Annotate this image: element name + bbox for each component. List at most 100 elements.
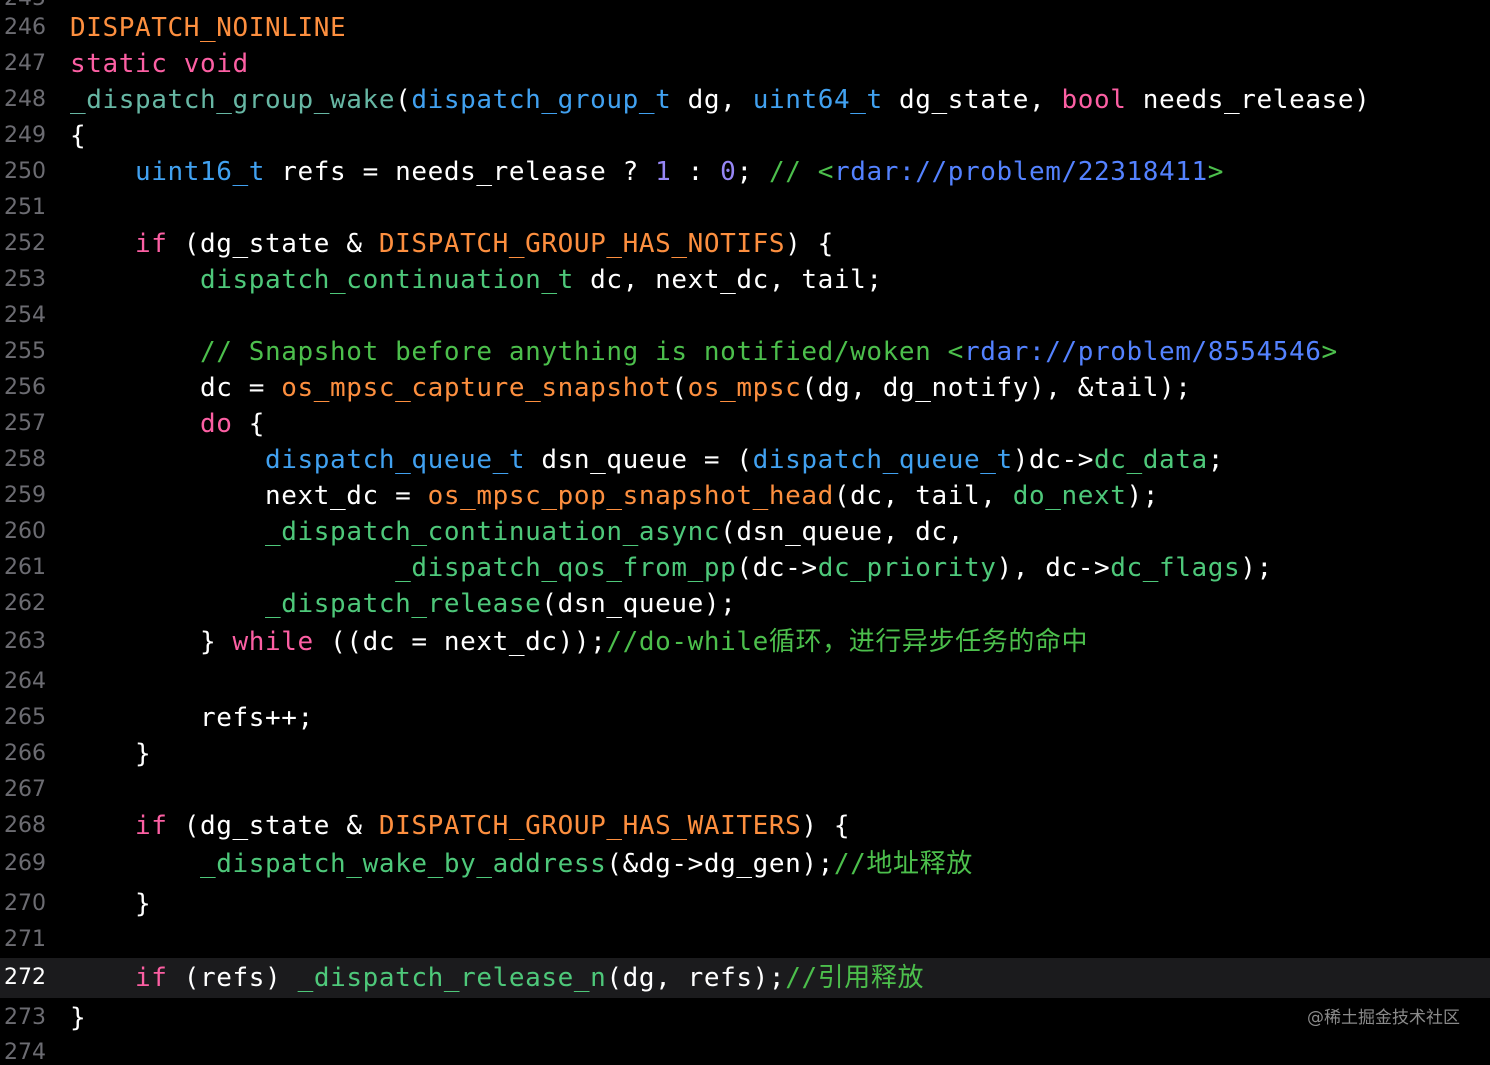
code-line[interactable]: 254 bbox=[0, 298, 1490, 334]
line-number[interactable]: 259 bbox=[0, 478, 54, 514]
code-line[interactable]: 263 } while ((dc = next_dc));//do-while循… bbox=[0, 624, 1490, 660]
code-line[interactable]: 251 bbox=[0, 190, 1490, 226]
code-text[interactable]: refs++; bbox=[70, 700, 314, 736]
code-line[interactable]: 246 DISPATCH_NOINLINE bbox=[0, 10, 1490, 46]
code-line[interactable]: 267 bbox=[0, 772, 1490, 808]
code-line[interactable]: 252 if (dg_state & DISPATCH_GROUP_HAS_NO… bbox=[0, 226, 1490, 262]
code-token-plain: (dg, refs); bbox=[606, 963, 786, 993]
code-token-number: 0 bbox=[720, 157, 737, 187]
code-line[interactable]: 247 static void bbox=[0, 46, 1490, 82]
code-token-plain: dg, bbox=[671, 85, 753, 115]
line-number[interactable]: 261 bbox=[0, 550, 54, 586]
code-text[interactable]: _dispatch_continuation_async(dsn_queue, … bbox=[70, 514, 964, 550]
line-number[interactable]: 247 bbox=[0, 46, 54, 82]
code-line[interactable]: 269 _dispatch_wake_by_address(&dg->dg_ge… bbox=[0, 846, 1490, 882]
code-token-keyword: if bbox=[135, 963, 168, 993]
code-token-comment: //引用释放 bbox=[785, 963, 925, 993]
code-text[interactable]: dispatch_continuation_t dc, next_dc, tai… bbox=[70, 262, 883, 298]
code-token-link: rdar://problem/8554546 bbox=[963, 337, 1322, 367]
line-number[interactable]: 264 bbox=[0, 664, 54, 700]
code-text[interactable]: do { bbox=[70, 406, 265, 442]
code-text[interactable]: } bbox=[70, 1000, 86, 1036]
code-text[interactable]: // Snapshot before anything is notified/… bbox=[70, 334, 1338, 370]
code-text[interactable]: _dispatch_group_wake(dispatch_group_t dg… bbox=[70, 82, 1370, 118]
code-editor[interactable]: 245 246DISPATCH_NOINLINE247static void24… bbox=[0, 0, 1490, 1065]
code-text[interactable]: next_dc = os_mpsc_pop_snapshot_head(dc, … bbox=[70, 478, 1159, 514]
line-number[interactable]: 262 bbox=[0, 586, 54, 622]
line-number[interactable]: 254 bbox=[0, 298, 54, 334]
code-text[interactable]: static void bbox=[70, 46, 249, 82]
line-number[interactable]: 252 bbox=[0, 226, 54, 262]
line-number[interactable]: 248 bbox=[0, 82, 54, 118]
code-text[interactable]: uint16_t refs = needs_release ? 1 : 0; /… bbox=[70, 154, 1224, 190]
code-line-current[interactable]: 272 if (refs) _dispatch_release_n(dg, re… bbox=[0, 958, 1490, 998]
line-number[interactable]: 266 bbox=[0, 736, 54, 772]
line-number[interactable]: 257 bbox=[0, 406, 54, 442]
code-text[interactable]: } while ((dc = next_dc));//do-while循环，进行… bbox=[70, 624, 1088, 660]
code-line[interactable]: 266 } bbox=[0, 736, 1490, 772]
code-text[interactable]: _dispatch_wake_by_address(&dg->dg_gen);/… bbox=[70, 846, 973, 882]
code-line[interactable]: 271 bbox=[0, 922, 1490, 958]
code-line[interactable]: 262 _dispatch_release(dsn_queue); bbox=[0, 586, 1490, 622]
line-number[interactable]: 246 bbox=[0, 10, 54, 46]
code-line[interactable]: 253 dispatch_continuation_t dc, next_dc,… bbox=[0, 262, 1490, 298]
code-line[interactable]: 273} bbox=[0, 1000, 1490, 1036]
code-line[interactable]: 268 if (dg_state & DISPATCH_GROUP_HAS_WA… bbox=[0, 808, 1490, 844]
code-token-plain: ; bbox=[1207, 445, 1225, 475]
code-token-call: _dispatch_release bbox=[265, 589, 542, 619]
line-number[interactable]: 272 bbox=[0, 958, 54, 998]
code-line[interactable]: 270 } bbox=[0, 886, 1490, 922]
line-number[interactable]: 260 bbox=[0, 514, 54, 550]
line-number[interactable]: 271 bbox=[0, 922, 54, 958]
code-text[interactable]: if (dg_state & DISPATCH_GROUP_HAS_WAITER… bbox=[70, 808, 850, 844]
code-text[interactable]: _dispatch_qos_from_pp(dc->dc_priority), … bbox=[70, 550, 1273, 586]
code-text[interactable]: if (dg_state & DISPATCH_GROUP_HAS_NOTIFS… bbox=[70, 226, 834, 262]
code-line[interactable]: 249 { bbox=[0, 118, 1490, 154]
code-line[interactable]: 250 uint16_t refs = needs_release ? 1 : … bbox=[0, 154, 1490, 190]
code-line[interactable]: 257 do { bbox=[0, 406, 1490, 442]
code-line[interactable]: 248 _dispatch_group_wake(dispatch_group_t… bbox=[0, 82, 1490, 118]
line-number[interactable]: 256 bbox=[0, 370, 54, 406]
code-line[interactable]: 260 _dispatch_continuation_async(dsn_que… bbox=[0, 514, 1490, 550]
code-token-call: _dispatch_continuation_async bbox=[265, 517, 721, 547]
line-number[interactable]: 249 bbox=[0, 118, 54, 154]
line-number[interactable]: 263 bbox=[0, 624, 54, 660]
line-number[interactable]: 269 bbox=[0, 846, 54, 882]
line-number[interactable]: 251 bbox=[0, 190, 54, 226]
code-token-plain: needs_release) bbox=[1126, 85, 1371, 115]
line-number[interactable]: 265 bbox=[0, 700, 54, 736]
code-text[interactable]: _dispatch_release(dsn_queue); bbox=[70, 586, 736, 622]
code-text[interactable]: } bbox=[70, 886, 151, 922]
code-token-plain: (dg, dg_notify), &tail); bbox=[801, 373, 1192, 403]
code-token-plain: { bbox=[232, 409, 266, 439]
code-text[interactable]: dispatch_queue_t dsn_queue = (dispatch_q… bbox=[70, 442, 1224, 478]
line-number[interactable]: 253 bbox=[0, 262, 54, 298]
code-line[interactable]: 259 next_dc = os_mpsc_pop_snapshot_head(… bbox=[0, 478, 1490, 514]
line-number[interactable]: 258 bbox=[0, 442, 54, 478]
code-text[interactable]: if (refs) _dispatch_release_n(dg, refs);… bbox=[70, 958, 924, 998]
line-number[interactable]: 273 bbox=[0, 1000, 54, 1036]
code-token-type: dispatch_queue_t bbox=[265, 445, 526, 475]
code-text[interactable]: DISPATCH_NOINLINE bbox=[70, 10, 346, 46]
code-text[interactable]: { bbox=[70, 118, 86, 154]
code-text[interactable]: } bbox=[70, 736, 151, 772]
code-line[interactable]: 255 // Snapshot before anything is notif… bbox=[0, 334, 1490, 370]
code-text[interactable]: dc = os_mpsc_capture_snapshot(os_mpsc(dg… bbox=[70, 370, 1192, 406]
code-token-plain: ( bbox=[671, 373, 688, 403]
code-line[interactable]: 265 refs++; bbox=[0, 700, 1490, 736]
code-line[interactable]: 258 dispatch_queue_t dsn_queue = (dispat… bbox=[0, 442, 1490, 478]
code-token-plain: (refs) bbox=[167, 963, 298, 993]
code-line[interactable]: 261 _dispatch_qos_from_pp(dc->dc_priorit… bbox=[0, 550, 1490, 586]
line-number[interactable]: 255 bbox=[0, 334, 54, 370]
code-line[interactable]: 256 dc = os_mpsc_capture_snapshot(os_mps… bbox=[0, 370, 1490, 406]
line-number[interactable]: 268 bbox=[0, 808, 54, 844]
code-line[interactable]: 264 bbox=[0, 664, 1490, 700]
line-number[interactable]: 250 bbox=[0, 154, 54, 190]
code-token-plain: (dg_state & bbox=[167, 229, 379, 259]
line-number[interactable]: 270 bbox=[0, 886, 54, 922]
code-token-type: dispatch_queue_t bbox=[752, 445, 1013, 475]
line-number[interactable]: 267 bbox=[0, 772, 54, 808]
